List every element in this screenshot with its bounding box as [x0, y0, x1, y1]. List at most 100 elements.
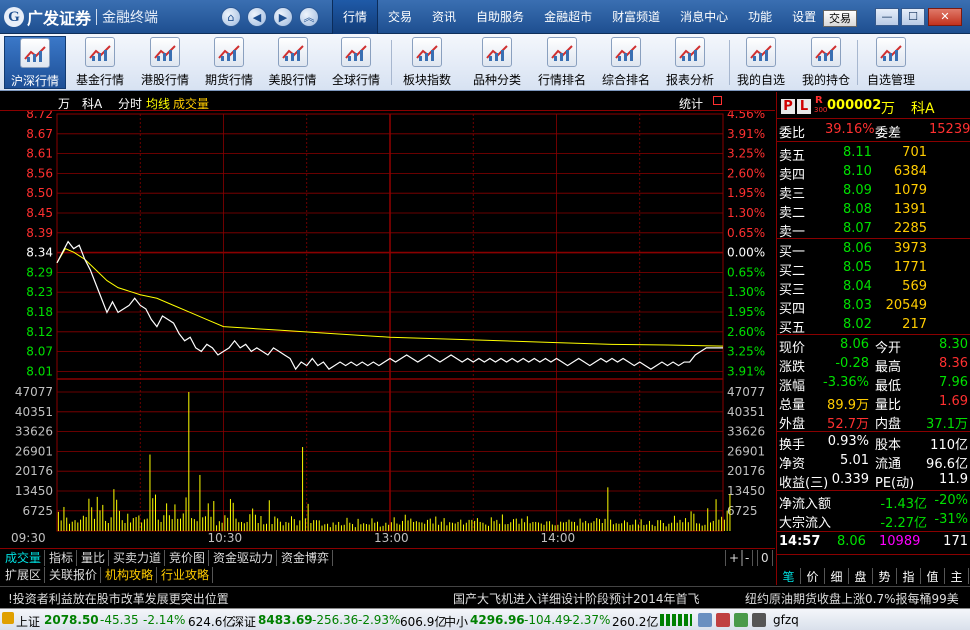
forward-icon[interactable]: ▶ — [273, 7, 293, 27]
quote-tab-6[interactable]: 值 — [921, 568, 945, 584]
intraday-chart[interactable]: 8.72 4.56% 8.67 3.91% 8.61 3.25% 8.56 2.60% 8.50… — [0, 107, 775, 547]
stat-value: -0.28 — [835, 356, 869, 371]
stat-label: 量比 — [875, 398, 902, 413]
quote-tab-0[interactable]: 笔 — [777, 568, 801, 584]
bid-row[interactable]: 买二 8.05 1771 — [777, 259, 970, 279]
ask-row[interactable]: 卖五 8.11 701 — [777, 144, 970, 164]
intraday-mode-label[interactable]: 分时 — [118, 95, 142, 112]
toolbar-manage[interactable]: 自选管理 — [861, 36, 921, 89]
bid-row[interactable]: 买四 8.03 20549 — [777, 297, 970, 317]
toolbar-fund-chart[interactable]: 基金行情 — [68, 36, 132, 89]
tick-row: 14:57 8.06 10989 171 — [777, 533, 970, 552]
quote-tab-7[interactable]: 主 — [945, 568, 969, 584]
indicator-tab-2[interactable]: 量比 — [78, 550, 110, 566]
alert-icon[interactable] — [698, 613, 712, 627]
indicator-tab-3[interactable]: 买卖力道 — [110, 550, 166, 566]
maximize-button[interactable]: ☐ — [901, 8, 925, 26]
back-icon[interactable]: ◀ — [247, 7, 267, 27]
news-item-middle[interactable]: 国产大飞机进入详细设计阶段预计2014年首飞 — [453, 590, 700, 607]
home-icon[interactable]: ⌂ — [221, 7, 241, 27]
quote-tab-1[interactable]: 价 — [801, 568, 825, 584]
ask-row[interactable]: 卖三 8.09 1079 — [777, 182, 970, 202]
menu-item-6[interactable]: 消息中心 — [670, 0, 738, 34]
menu-item-5[interactable]: 财富频道 — [602, 0, 670, 34]
quote-tab-3[interactable]: 盘 — [849, 568, 873, 584]
l-badge[interactable]: L — [797, 99, 811, 114]
indicator-tab-4[interactable]: 竞价图 — [166, 550, 210, 566]
toolbar-report[interactable]: 报表分析 — [659, 36, 721, 89]
menu-item-7[interactable]: 功能 — [738, 0, 782, 34]
trade-button[interactable]: 交易 — [823, 10, 857, 27]
flow-label: 净流入额 — [779, 497, 832, 512]
reset-button[interactable]: 0 — [757, 550, 773, 566]
stat-label: 净资 — [779, 457, 806, 472]
extension-tab-0[interactable]: 扩展区 — [2, 567, 46, 583]
news-item-left[interactable]: !投资者利益放在股市改革发展更突出位置 — [8, 590, 229, 607]
toolbar-category[interactable]: 品种分类 — [466, 36, 528, 89]
indicator-tab-6[interactable]: 资金博弈 — [278, 550, 334, 566]
sh-index-change: -45.35 — [100, 613, 139, 627]
time-label: 09:30 — [11, 531, 46, 545]
toolbar-ranking[interactable]: 行情排名 — [531, 36, 593, 89]
toolbar-label: 美股行情 — [268, 73, 317, 87]
pct-tick-label: 4.56% — [727, 111, 765, 121]
toolbar-hk-chart[interactable]: 港股行情 — [134, 36, 196, 89]
extension-tab-1[interactable]: 关联报价 — [46, 567, 102, 583]
menu-item-4[interactable]: 金融超市 — [534, 0, 602, 34]
ask-row[interactable]: 卖四 8.10 6384 — [777, 163, 970, 183]
ask-label: 卖四 — [779, 168, 806, 183]
stat-row: 外盘 52.7万 内盘 37.1万 — [777, 412, 970, 432]
toolbar-holdings[interactable]: 我的持仓 — [795, 36, 857, 89]
quote-tab-2[interactable]: 细 — [825, 568, 849, 584]
toolbar-kline[interactable]: 沪深行情 — [4, 36, 66, 89]
extension-tab-3[interactable]: 行业攻略 — [158, 567, 214, 583]
toolbar-sector-index[interactable]: 板块指数 — [396, 36, 458, 89]
toolbar-futures-chart[interactable]: 期货行情 — [198, 36, 260, 89]
menu-item-8[interactable]: 设置 — [782, 0, 826, 34]
indicator-tab-0[interactable]: 成交量 — [2, 550, 46, 566]
divider — [777, 118, 970, 119]
flow-amount: -1.43亿 — [880, 497, 927, 512]
toolbar-label: 板块指数 — [402, 73, 451, 87]
chart-header: 万 科A 分时 均线 成交量 统计 — [0, 92, 775, 111]
collapse-up-icon[interactable]: ︽ — [299, 7, 319, 27]
stat-value: 89.9万 — [827, 398, 869, 413]
toolbar-watchlist[interactable]: 我的自选 — [731, 36, 791, 89]
menu-item-1[interactable]: 交易 — [378, 0, 422, 34]
toolbar-us-chart[interactable]: 美股行情 — [261, 36, 324, 89]
toolbar-globe[interactable]: 全球行情 — [326, 36, 386, 89]
bid-row[interactable]: 买一 8.06 3973 — [777, 240, 970, 260]
menu-item-2[interactable]: 资讯 — [422, 0, 466, 34]
toolbar-composite-rank[interactable]: 综合排名 — [596, 36, 656, 89]
quote-tab-5[interactable]: 指 — [897, 568, 921, 584]
toolbar-label: 沪深行情 — [10, 74, 59, 88]
zx-index-label[interactable]: 中小 — [444, 613, 468, 630]
menu-item-3[interactable]: 自助服务 — [466, 0, 534, 34]
zoom-out-button[interactable]: - — [741, 550, 754, 566]
p-badge[interactable]: P — [781, 99, 795, 114]
price-tick-label: 8.34 — [26, 246, 53, 260]
stats-button[interactable]: 统计 — [679, 95, 703, 112]
ask-price: 8.08 — [843, 202, 872, 217]
pct-tick-label: 3.91% — [727, 127, 765, 141]
menu-item-0[interactable]: 行情 — [332, 0, 379, 34]
divider — [777, 490, 970, 491]
message-icon[interactable] — [716, 613, 730, 627]
close-button[interactable]: ✕ — [928, 8, 962, 26]
flow-label: 大宗流入 — [779, 516, 832, 531]
expand-icon[interactable] — [713, 96, 722, 105]
ask-row[interactable]: 卖二 8.08 1391 — [777, 201, 970, 221]
minimize-button[interactable]: — — [875, 8, 899, 26]
extension-tab-2[interactable]: 机构攻略 — [102, 567, 158, 583]
lock-icon[interactable] — [752, 613, 766, 627]
sh-index-label[interactable]: 上证 — [16, 613, 40, 630]
bid-row[interactable]: 买五 8.02 217 — [777, 316, 970, 336]
bid-row[interactable]: 买三 8.04 569 — [777, 278, 970, 298]
quote-tab-4[interactable]: 势 — [873, 568, 897, 584]
indicator-tab-5[interactable]: 资金驱动力 — [210, 550, 278, 566]
sz-index-label[interactable]: 深证 — [232, 613, 256, 630]
market-icon[interactable] — [2, 612, 14, 624]
bid-volume: 217 — [902, 317, 927, 332]
indicator-tab-1[interactable]: 指标 — [46, 550, 78, 566]
ask-row[interactable]: 卖一 8.07 2285 — [777, 220, 970, 240]
